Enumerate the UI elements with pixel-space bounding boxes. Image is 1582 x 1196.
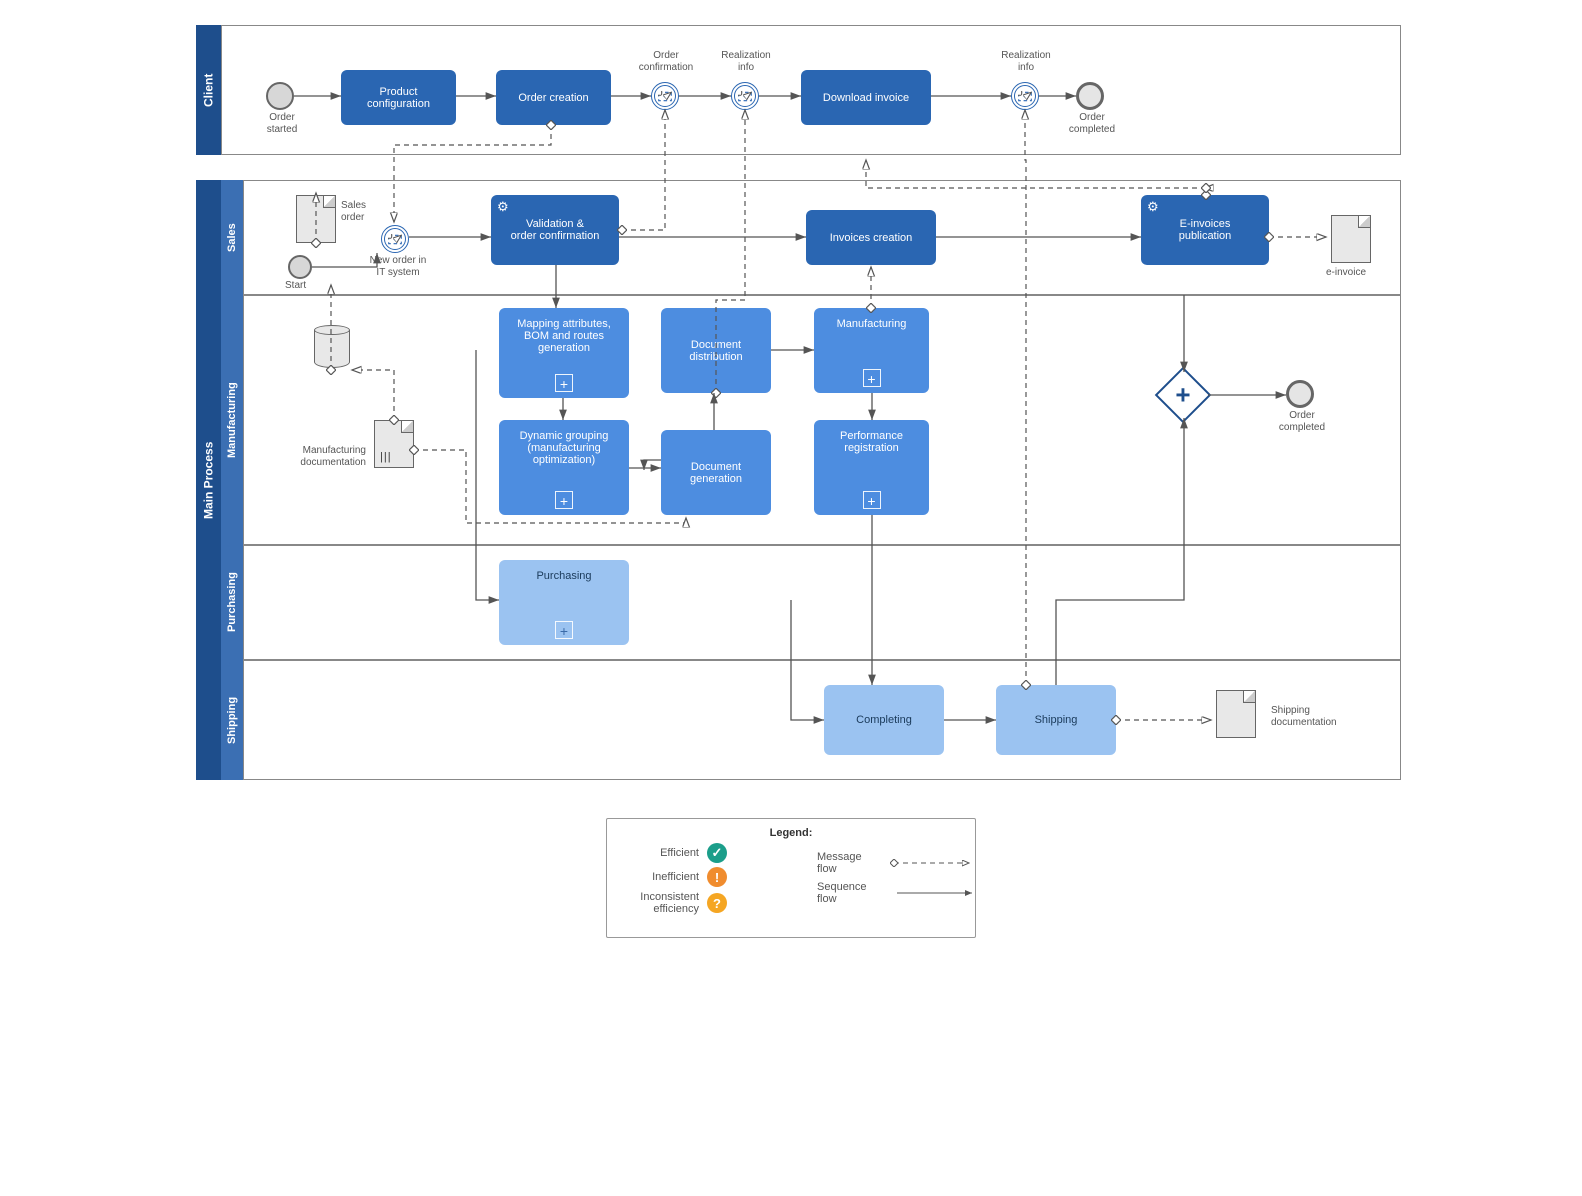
performance-registration-task: Performance registration+ xyxy=(814,420,929,515)
download-invoice-task: Download invoice xyxy=(801,70,931,125)
legend-box: Legend: Efficient ✓ Inefficient! Inconsis… xyxy=(606,818,976,938)
realization-info1-event xyxy=(731,82,759,110)
lane-shipping-header: Shipping xyxy=(221,660,243,780)
lane-purchasing-header: Purchasing xyxy=(221,545,243,660)
sales-start-label: Start xyxy=(285,280,306,292)
legend-inefficient-label: Inefficient xyxy=(619,871,699,883)
document-distribution-task: Document distribution xyxy=(661,308,771,393)
sales-order-label: Sales order xyxy=(341,200,366,224)
bpmn-diagram: Client Main Process Sales Manufacturing … xyxy=(166,0,1416,990)
mfg-end-event xyxy=(1286,380,1314,408)
einvoice-doc xyxy=(1331,215,1371,263)
client-end-event xyxy=(1076,82,1104,110)
invoices-creation-task: Invoices creation xyxy=(806,210,936,265)
new-order-label: New order in IT system xyxy=(362,255,434,279)
client-end-label: Order completed xyxy=(1064,112,1120,136)
validation-task: ⚙Validation & order confirmation xyxy=(491,195,619,265)
dynamic-grouping-task: Dynamic grouping (manufacturing optimiza… xyxy=(499,420,629,515)
legend-efficient-label: Efficient xyxy=(619,847,699,859)
document-generation-task: Document generation xyxy=(661,430,771,515)
lane-mfg-header: Manufacturing xyxy=(221,295,243,545)
pool-main-header: Main Process xyxy=(196,180,221,780)
warning-icon: ! xyxy=(707,867,727,887)
client-start-label: Order started xyxy=(258,112,306,136)
datastore-icon xyxy=(314,325,350,369)
lane-purchasing-body xyxy=(243,545,1401,660)
shipping-task: Shipping xyxy=(996,685,1116,755)
mfg-doc-label: Manufacturing documentation xyxy=(276,445,366,469)
order-creation-task: Order creation xyxy=(496,70,611,125)
check-icon: ✓ xyxy=(707,843,727,863)
legend-inconsistent-label: Inconsistent efficiency xyxy=(619,891,699,915)
einvoices-publication-task: ⚙E-invoices publication xyxy=(1141,195,1269,265)
shipping-doc xyxy=(1216,690,1256,738)
gear-icon: ⚙ xyxy=(497,199,509,215)
legend-seqflow-label: Sequence flow xyxy=(817,881,884,905)
lane-sales-header: Sales xyxy=(221,180,243,295)
sales-start-event xyxy=(288,255,312,279)
realization-info2-event xyxy=(1011,82,1039,110)
realization-info1-label: Realization info xyxy=(714,50,778,74)
legend-title: Legend: xyxy=(619,827,963,839)
mfg-end-label: Order completed xyxy=(1274,410,1330,434)
gear-icon: ⚙ xyxy=(1147,199,1159,215)
realization-info2-label: Realization info xyxy=(994,50,1058,74)
purchasing-task: Purchasing+ xyxy=(499,560,629,645)
order-confirmation-event xyxy=(651,82,679,110)
new-order-event xyxy=(381,225,409,253)
mapping-task: Mapping attributes, BOM and routes gener… xyxy=(499,308,629,398)
legend-msgflow-label: Message flow xyxy=(817,851,881,875)
mfg-doc: ||| xyxy=(374,420,414,468)
einvoice-label: e-invoice xyxy=(1326,267,1366,279)
pool-client-header: Client xyxy=(196,25,221,155)
question-icon: ? xyxy=(707,893,727,913)
completing-task: Completing xyxy=(824,685,944,755)
product-configuration-task: Product configuration xyxy=(341,70,456,125)
shipping-doc-label: Shipping documentation xyxy=(1271,705,1337,729)
manufacturing-task: Manufacturing+ xyxy=(814,308,929,393)
sales-order-doc xyxy=(296,195,336,243)
client-start-event xyxy=(266,82,294,110)
order-confirmation-label: Order confirmation xyxy=(631,50,701,74)
